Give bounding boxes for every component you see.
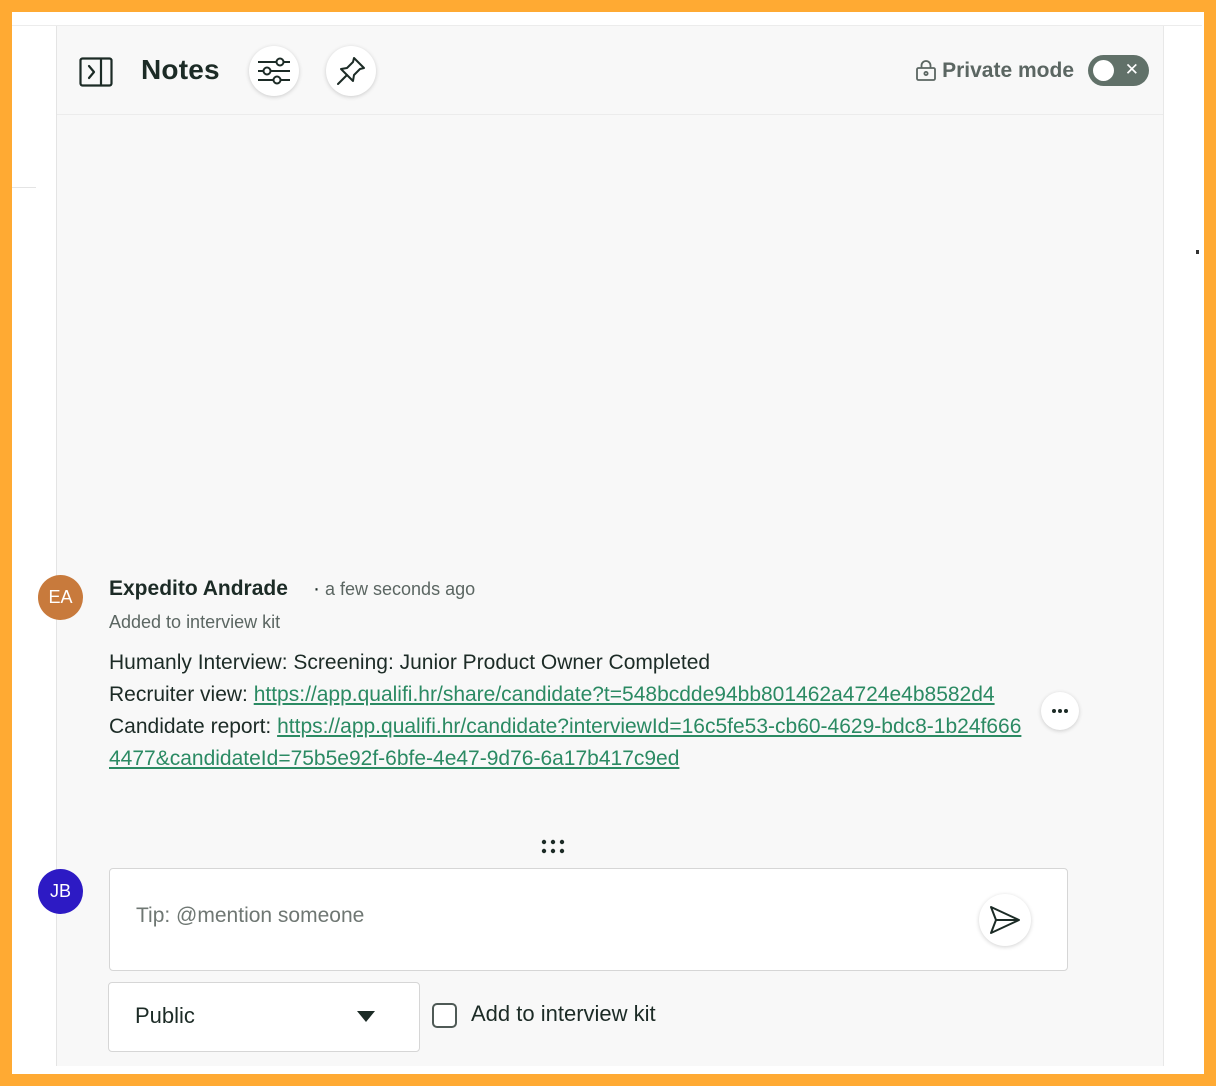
toggle-knob <box>1093 60 1114 81</box>
filter-sliders-icon <box>258 57 290 85</box>
recruiter-view-label: Recruiter view: <box>109 683 254 706</box>
lock-icon <box>916 59 937 81</box>
left-divider <box>12 187 36 188</box>
recruiter-view-link[interactable]: https://app.qualifi.hr/share/candidate?t… <box>254 683 995 706</box>
send-button[interactable] <box>979 894 1031 946</box>
scroll-indicator <box>1196 250 1199 254</box>
note-body: Humanly Interview: Screening: Junior Pro… <box>109 647 1029 775</box>
pin-button[interactable] <box>326 46 376 96</box>
collapse-panel-button[interactable] <box>79 57 113 87</box>
chevron-down-icon <box>357 1011 375 1022</box>
add-to-kit-label[interactable]: Add to interview kit <box>471 1001 656 1027</box>
avatar: EA <box>38 575 83 620</box>
private-mode-toggle[interactable]: ✕ <box>1088 55 1149 86</box>
visibility-select[interactable]: Public <box>108 982 420 1052</box>
send-icon <box>990 906 1020 934</box>
added-to-kit-label: Added to interview kit <box>109 612 281 632</box>
panel-title: Notes <box>141 54 220 85</box>
current-user-avatar: JB <box>38 869 83 914</box>
note-line: Humanly Interview: Screening: Junior Pro… <box>109 651 711 674</box>
note-composer <box>109 868 1068 971</box>
note-author: Expedito Andrade <box>109 577 288 600</box>
filter-button[interactable] <box>249 46 299 96</box>
private-mode-control: Private mode ✕ <box>915 55 1149 86</box>
visibility-value: Public <box>135 1003 195 1028</box>
candidate-report-label: Candidate report: <box>109 715 278 738</box>
notes-header: Notes Private mode ✕ <box>57 26 1163 115</box>
sidebar-collapse-icon <box>79 57 113 87</box>
note-input[interactable] <box>136 904 956 928</box>
resize-handle-icon[interactable] <box>540 838 566 856</box>
more-horizontal-icon <box>1052 709 1068 713</box>
close-icon: ✕ <box>1124 60 1139 79</box>
separator: · <box>313 577 320 600</box>
note-timestamp: a few seconds ago <box>325 579 476 599</box>
private-mode-label: Private mode <box>942 58 1074 82</box>
add-to-kit-checkbox[interactable] <box>432 1003 457 1028</box>
pin-icon <box>337 57 365 85</box>
note-more-button[interactable] <box>1041 692 1079 730</box>
